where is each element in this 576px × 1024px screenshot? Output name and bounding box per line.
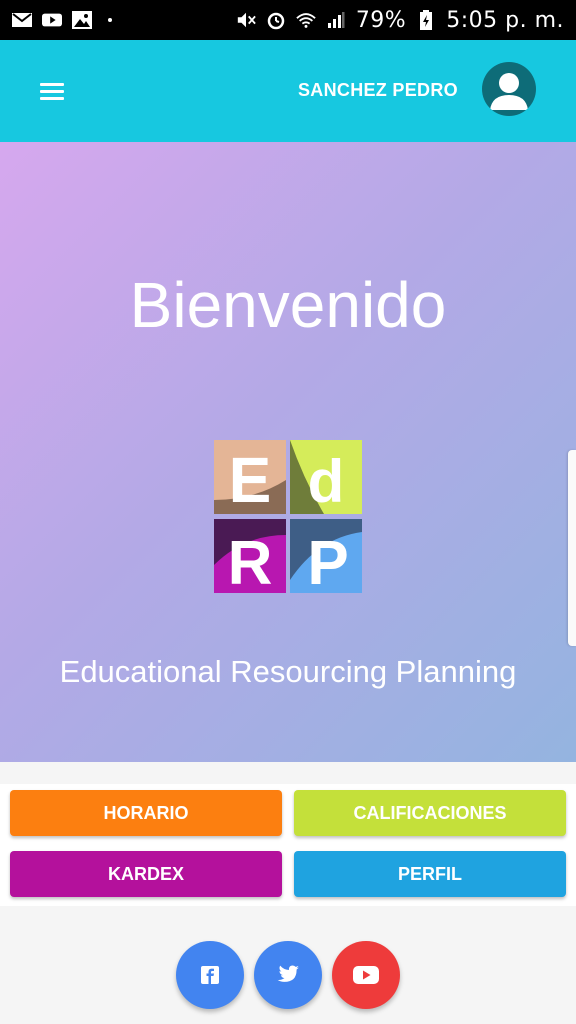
menu-button[interactable] [34,78,68,104]
mute-icon [236,12,256,28]
youtube-button[interactable] [332,941,400,1009]
welcome-hero: Bienvenido E d R P Educational Resourcin… [0,142,576,762]
gmail-icon [12,12,32,28]
twitter-icon [277,965,299,982]
youtube-icon [42,12,62,28]
battery-percent: 79% [355,7,407,33]
horario-button[interactable]: HORARIO [10,790,282,836]
svg-text:E: E [229,444,272,516]
battery-icon [416,10,436,30]
edrp-logo: E d R P [214,440,362,593]
notification-dot [108,18,112,22]
welcome-subtitle: Educational Resourcing Planning [59,654,517,689]
youtube-icon [353,966,379,984]
facebook-icon [201,966,219,984]
menu-buttons-panel: HORARIO CALIFICACIONES KARDEX PERFIL [0,784,576,906]
svg-text:R: R [228,529,273,593]
status-bar: 79% 5:05 p. m. [0,0,576,40]
twitter-button[interactable] [254,941,322,1009]
calificaciones-button[interactable]: CALIFICACIONES [294,790,566,836]
perfil-button[interactable]: PERFIL [294,851,566,897]
welcome-title: Bienvenido [129,269,447,341]
gallery-icon [72,11,92,29]
app-bar: SANCHEZ PEDRO [0,40,576,142]
facebook-button[interactable] [176,941,244,1009]
avatar[interactable] [482,62,536,116]
alarm-icon [266,12,286,30]
svg-text:P: P [307,529,348,593]
signal-icon [326,12,346,28]
user-name: SANCHEZ PEDRO [298,80,458,100]
wifi-icon [296,12,316,28]
svg-text:d: d [308,448,345,515]
user-icon [490,73,528,110]
scroll-handle[interactable] [568,450,576,646]
clock: 5:05 p. m. [446,7,564,33]
kardex-button[interactable]: KARDEX [10,851,282,897]
menu-icon [40,83,64,86]
